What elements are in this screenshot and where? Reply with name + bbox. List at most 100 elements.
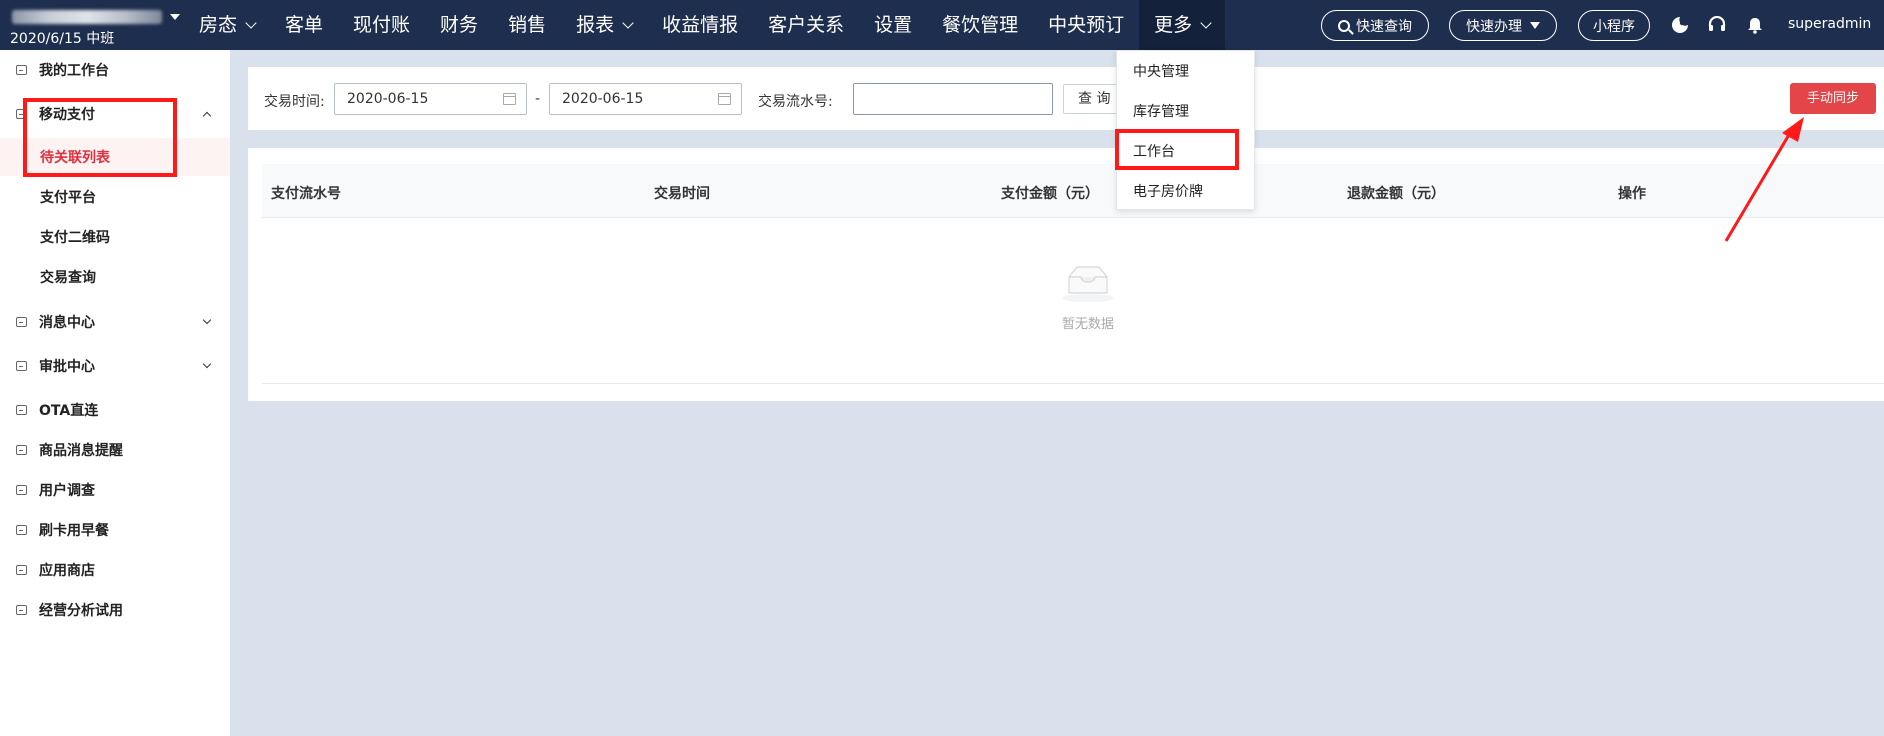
sidebar-item-label: 消息中心 bbox=[39, 315, 95, 331]
main-nav: 房态 客单 现付账 财务 销售 报表 收益情报 客户关系 设置 餐饮管理 中央预… bbox=[184, 0, 1226, 50]
nav-label: 现付账 bbox=[353, 14, 411, 36]
nav-label: 收益情报 bbox=[662, 14, 739, 36]
table-header: 支付流水号 交易时间 支付金额（元） 退款金额（元） 操作 bbox=[262, 164, 1884, 218]
shift-date: 2020/6/15 中班 bbox=[10, 31, 115, 47]
sidebar-item-label: 经营分析试用 bbox=[39, 603, 123, 619]
nav-item-more[interactable]: 更多 bbox=[1139, 0, 1226, 50]
start-date-value: 2020-06-15 bbox=[347, 91, 429, 107]
quick-handle-label: 快速办理 bbox=[1466, 18, 1522, 35]
sidebar-item-card-breakfast[interactable]: 刷卡用早餐 bbox=[0, 512, 230, 548]
date-separator: - bbox=[535, 91, 541, 107]
empty-inbox-icon bbox=[1062, 266, 1114, 302]
hotel-switcher[interactable]: 2020/6/15 中班 bbox=[10, 6, 180, 47]
column-header: 支付流水号 bbox=[271, 186, 341, 202]
menu-item-icon bbox=[16, 445, 27, 455]
sidebar-item-label: 商品消息提醒 bbox=[39, 443, 123, 459]
headset-icon[interactable] bbox=[1708, 16, 1726, 34]
chevron-down-icon bbox=[622, 16, 634, 29]
table-bottom-divider bbox=[262, 383, 1884, 384]
menu-item-central-management[interactable]: 中央管理 bbox=[1117, 52, 1256, 92]
nav-item-crm[interactable]: 客户关系 bbox=[753, 0, 859, 50]
sidebar-subitem-pay-platform[interactable]: 支付平台 bbox=[0, 178, 230, 216]
chevron-up-icon bbox=[202, 111, 212, 121]
nav-item-catering[interactable]: 餐饮管理 bbox=[927, 0, 1033, 50]
hotel-name-redacted bbox=[12, 10, 162, 24]
results-table: 支付流水号 交易时间 支付金额（元） 退款金额（元） 操作 暂无数据 bbox=[248, 148, 1884, 401]
mini-program-label: 小程序 bbox=[1593, 18, 1635, 35]
nav-label: 客户关系 bbox=[768, 14, 845, 36]
sidebar-item-label: 应用商店 bbox=[39, 563, 95, 579]
nav-label: 客单 bbox=[285, 14, 324, 36]
nav-label: 房态 bbox=[199, 14, 238, 36]
sidebar-item-label: 刷卡用早餐 bbox=[39, 523, 109, 539]
nav-label: 设置 bbox=[874, 14, 913, 36]
quick-search-label: 快速查询 bbox=[1356, 18, 1412, 35]
menu-item-icon bbox=[16, 605, 27, 615]
end-date-value: 2020-06-15 bbox=[562, 91, 644, 107]
annotation-highlight-workbench bbox=[1115, 129, 1239, 170]
menu-item-icon bbox=[16, 405, 27, 415]
chevron-down-icon bbox=[245, 16, 257, 29]
manual-sync-button[interactable]: 手动同步 bbox=[1790, 83, 1876, 114]
menu-item-icon bbox=[16, 525, 27, 535]
moon-icon[interactable] bbox=[1671, 16, 1689, 34]
bell-icon[interactable] bbox=[1746, 16, 1764, 34]
nav-item-room-status[interactable]: 房态 bbox=[184, 0, 270, 50]
column-header: 退款金额（元） bbox=[1347, 186, 1445, 202]
serial-number-input[interactable] bbox=[853, 83, 1053, 115]
sidebar-item-label: 审批中心 bbox=[39, 359, 95, 375]
mini-program-button[interactable]: 小程序 bbox=[1578, 10, 1650, 41]
nav-item-settings[interactable]: 设置 bbox=[859, 0, 927, 50]
caret-down-icon bbox=[1530, 22, 1540, 29]
column-header: 支付金额（元） bbox=[1001, 186, 1099, 202]
quick-search-button[interactable]: 快速查询 bbox=[1321, 10, 1429, 41]
calendar-icon bbox=[718, 93, 731, 105]
nav-label: 餐饮管理 bbox=[942, 14, 1019, 36]
menu-item-icon bbox=[16, 65, 27, 75]
sidebar-subitem-trade-query[interactable]: 交易查询 bbox=[0, 258, 230, 296]
nav-label: 销售 bbox=[508, 14, 547, 36]
sidebar-item-user-survey[interactable]: 用户调查 bbox=[0, 472, 230, 508]
sidebar-item-app-store[interactable]: 应用商店 bbox=[0, 552, 230, 588]
sidebar-item-analytics-trial[interactable]: 经营分析试用 bbox=[0, 592, 230, 628]
column-header: 操作 bbox=[1618, 186, 1646, 202]
menu-item-e-rate-board[interactable]: 电子房价牌 bbox=[1117, 172, 1256, 212]
nav-item-central-booking[interactable]: 中央预订 bbox=[1033, 0, 1139, 50]
sidebar-item-my-workbench[interactable]: 我的工作台 bbox=[0, 52, 230, 88]
sidebar-item-label: 用户调查 bbox=[39, 483, 95, 499]
menu-item-inventory-management[interactable]: 库存管理 bbox=[1117, 92, 1256, 132]
sidebar-item-goods-reminder[interactable]: 商品消息提醒 bbox=[0, 432, 230, 468]
chevron-down-icon bbox=[202, 315, 212, 325]
annotation-arrow-icon bbox=[1724, 117, 1804, 242]
sidebar-item-approval-center[interactable]: 审批中心 bbox=[0, 348, 230, 384]
hotel-dropdown-caret-icon bbox=[170, 14, 180, 20]
filter-panel: 交易时间: 2020-06-15 - 2020-06-15 交易流水号: 查 询… bbox=[248, 67, 1884, 130]
nav-item-finance[interactable]: 财务 bbox=[425, 0, 493, 50]
nav-item-sales[interactable]: 销售 bbox=[493, 0, 561, 50]
chevron-down-icon bbox=[202, 359, 212, 369]
search-icon bbox=[1338, 19, 1350, 32]
username[interactable]: superadmin bbox=[1788, 16, 1871, 32]
nav-item-cash-account[interactable]: 现付账 bbox=[338, 0, 425, 50]
end-date-input[interactable]: 2020-06-15 bbox=[549, 83, 742, 115]
nav-item-orders[interactable]: 客单 bbox=[270, 0, 338, 50]
sidebar-item-ota[interactable]: OTA直连 bbox=[0, 392, 230, 428]
start-date-input[interactable]: 2020-06-15 bbox=[334, 83, 527, 115]
serial-number-label: 交易流水号: bbox=[758, 94, 833, 110]
chevron-down-icon bbox=[1200, 16, 1212, 29]
empty-text: 暂无数据 bbox=[1061, 317, 1114, 332]
nav-item-reports[interactable]: 报表 bbox=[561, 0, 647, 50]
sidebar-item-label: OTA直连 bbox=[39, 403, 99, 419]
menu-item-icon bbox=[16, 317, 27, 327]
sidebar-item-message-center[interactable]: 消息中心 bbox=[0, 304, 230, 340]
calendar-icon bbox=[503, 93, 516, 105]
sidebar-subitem-pay-qrcode[interactable]: 支付二维码 bbox=[0, 218, 230, 256]
empty-state: 暂无数据 bbox=[1038, 263, 1138, 332]
trade-time-label: 交易时间: bbox=[264, 94, 325, 110]
nav-label: 更多 bbox=[1154, 14, 1193, 36]
menu-item-icon bbox=[16, 485, 27, 495]
quick-handle-button[interactable]: 快速办理 bbox=[1449, 10, 1557, 41]
nav-item-revenue-intel[interactable]: 收益情报 bbox=[647, 0, 753, 50]
top-nav-bar: 2020/6/15 中班 房态 客单 现付账 财务 销售 报表 收益情报 客户关… bbox=[0, 0, 1884, 50]
menu-item-icon bbox=[16, 361, 27, 371]
